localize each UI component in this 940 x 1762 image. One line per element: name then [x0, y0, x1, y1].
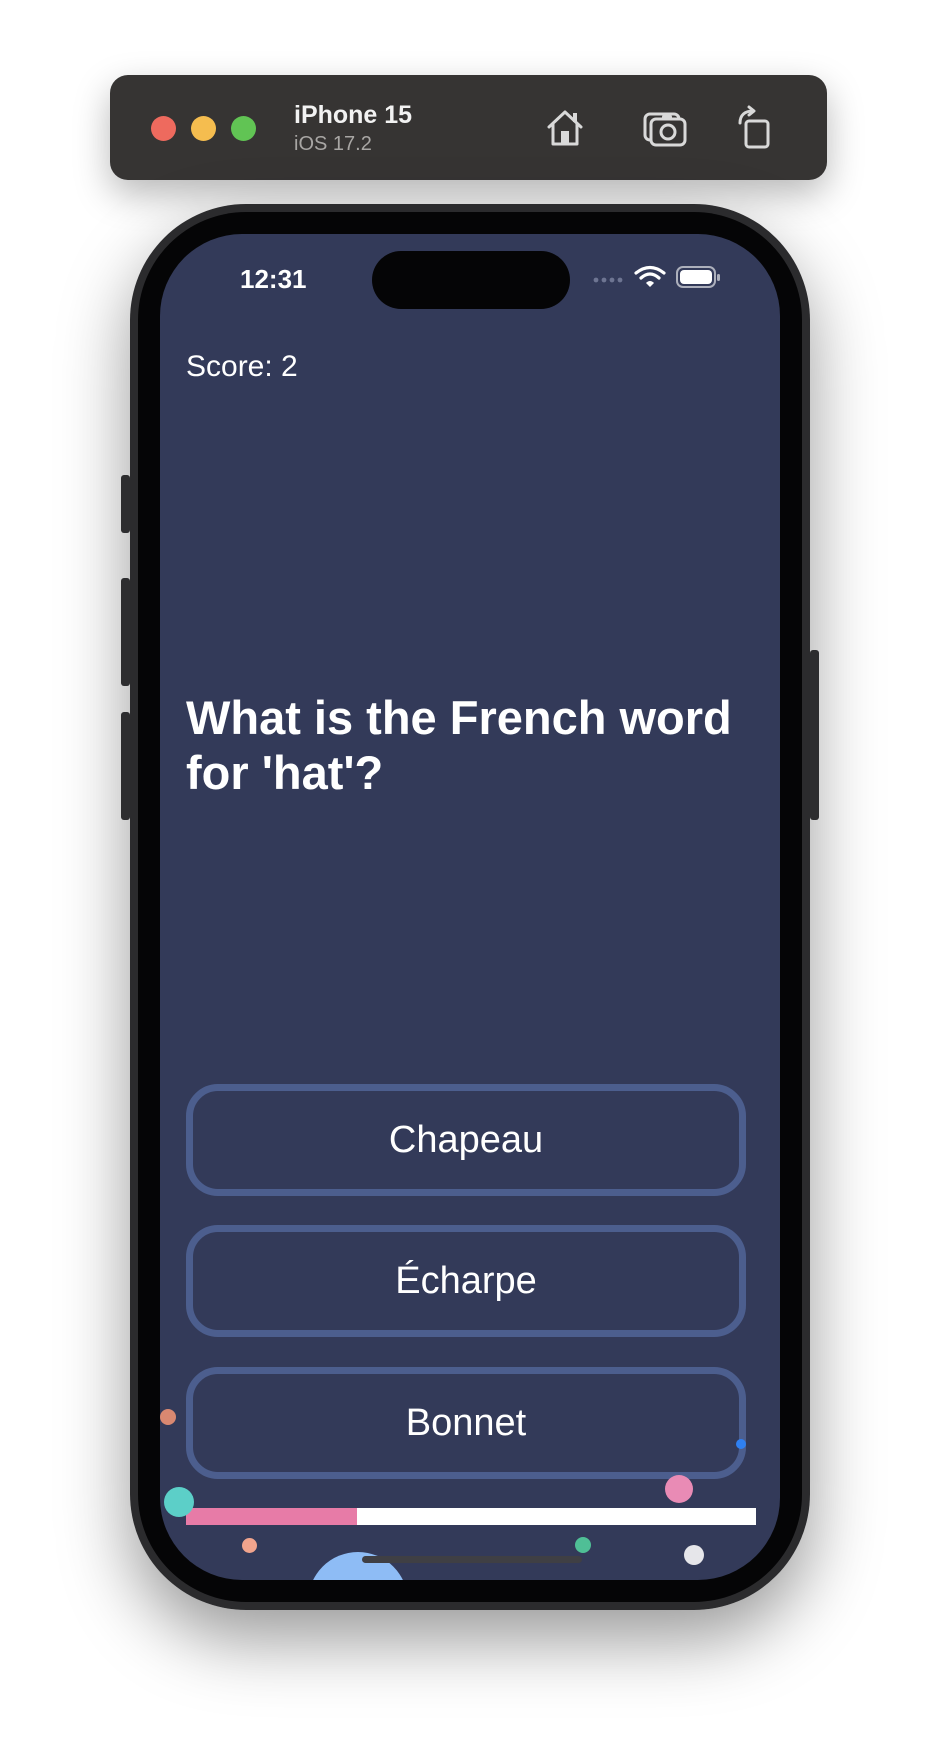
answer-button-3[interactable]: Bonnet	[186, 1367, 746, 1479]
dynamic-island	[372, 251, 570, 309]
progress-bar	[186, 1508, 756, 1525]
confetti-dot	[575, 1537, 591, 1553]
volume-down-button[interactable]	[121, 712, 130, 820]
score-label: Score: 2	[186, 350, 298, 383]
question-text: What is the French word for 'hat'?	[186, 691, 732, 799]
screenshot-icon[interactable]	[642, 105, 688, 151]
answer-button-2[interactable]: Écharpe	[186, 1225, 746, 1337]
rotate-icon[interactable]	[732, 105, 778, 151]
answer-button-1[interactable]: Chapeau	[186, 1084, 746, 1196]
confetti-dot	[242, 1538, 257, 1553]
status-icons	[593, 265, 720, 288]
app-screen: 12:31 Score: 2 What is the French word f…	[160, 234, 780, 1580]
os-version: iOS 17.2	[294, 133, 372, 155]
volume-up-button[interactable]	[121, 578, 130, 686]
progress-fill	[186, 1508, 357, 1525]
signal-icon	[593, 277, 623, 283]
confetti-dot	[684, 1545, 704, 1565]
confetti-dot	[164, 1487, 194, 1517]
battery-icon	[676, 266, 720, 288]
home-icon[interactable]	[542, 105, 588, 151]
confetti-dot	[736, 1439, 746, 1449]
simulator-toolbar: iPhone 15 iOS 17.2	[110, 75, 827, 180]
device-name: iPhone 15	[294, 101, 413, 129]
action-button[interactable]	[121, 475, 130, 533]
close-window-button[interactable]	[151, 116, 176, 141]
zoom-window-button[interactable]	[231, 116, 256, 141]
home-indicator	[362, 1556, 582, 1563]
wifi-icon	[634, 265, 666, 287]
minimize-window-button[interactable]	[191, 116, 216, 141]
status-time: 12:31	[240, 264, 307, 294]
power-button[interactable]	[810, 650, 819, 820]
confetti-dot	[160, 1409, 176, 1425]
confetti-dot	[665, 1475, 693, 1503]
